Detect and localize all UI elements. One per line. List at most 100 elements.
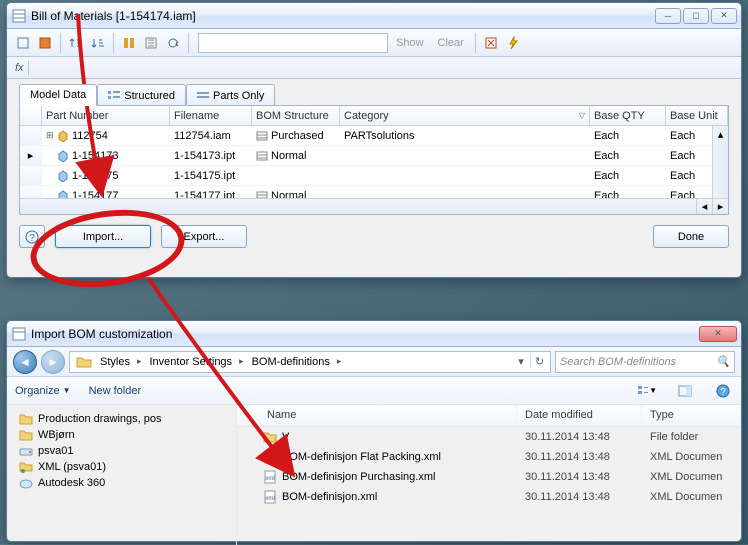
cell-base-qty[interactable]: Each [590, 166, 666, 185]
nav-pane: Production drawings, posWBjørnpsva01XML … [7, 405, 237, 545]
col-filename[interactable]: Filename [170, 106, 252, 125]
import-button[interactable]: Import... [55, 225, 151, 248]
cell-base-qty[interactable]: Each [590, 146, 666, 165]
nav-item[interactable]: WBjørn [15, 427, 228, 443]
file-dialog-icon [11, 326, 27, 342]
nav-item[interactable]: psva01 [15, 443, 228, 459]
close-button[interactable]: ✕ [711, 8, 737, 24]
table-row[interactable]: 1-1541751-154175.iptEachEach [20, 166, 728, 186]
nav-item[interactable]: Production drawings, pos [15, 411, 228, 427]
col-type[interactable]: Type [642, 405, 741, 426]
list-item[interactable]: xmlBOM-definisjon Flat Packing.xml30.11.… [237, 447, 741, 467]
table-row[interactable]: ⊞112754112754.iamPurchasedPARTsolutionsE… [20, 126, 728, 146]
part-icon [57, 170, 69, 182]
toolbar-btn-1[interactable] [13, 33, 33, 53]
col-indicator[interactable] [20, 106, 42, 125]
sort-desc-icon[interactable] [88, 33, 108, 53]
file-dialog-window: Import BOM customization ✕ ◄ ► Styles In… [6, 320, 742, 542]
scroll-left[interactable]: ◂ [696, 199, 712, 214]
part-icon [57, 150, 69, 162]
nav-forward[interactable]: ► [41, 350, 65, 374]
preview-pane-button[interactable] [675, 381, 695, 401]
search-icon: 🔍 [716, 355, 730, 368]
bom-app-icon [11, 8, 27, 24]
done-button[interactable]: Done [653, 225, 729, 248]
sort-asc-icon[interactable] [66, 33, 86, 53]
breadcrumb-dropdown[interactable]: ▾ [512, 355, 530, 368]
col-base-qty[interactable]: Base QTY [590, 106, 666, 125]
cell-bom-structure[interactable] [252, 166, 340, 185]
organize-bar: Organize ▼ New folder ▼ ? [7, 377, 741, 405]
help-icon[interactable]: ? [713, 381, 733, 401]
cell-part-number[interactable]: 1-154173 [42, 146, 170, 165]
minimize-button[interactable]: ─ [655, 8, 681, 24]
table-row[interactable]: ▸1-1541731-154173.iptNormalEachEach [20, 146, 728, 166]
lightning-icon[interactable] [503, 33, 523, 53]
cell-category[interactable] [340, 146, 590, 165]
crumb-1[interactable]: Inventor Settings [146, 356, 248, 368]
view-button[interactable]: ▼ [637, 381, 657, 401]
toolbar-btn-5[interactable] [119, 33, 139, 53]
parts-only-icon [197, 90, 209, 102]
maximize-button[interactable]: ◻ [683, 8, 709, 24]
help-button[interactable]: ? [19, 225, 45, 248]
refresh-icon[interactable]: ↻ [530, 355, 548, 368]
organize-button[interactable]: Organize ▼ [15, 385, 71, 397]
nav-back[interactable]: ◄ [13, 350, 37, 374]
tab-parts-only[interactable]: Parts Only [186, 84, 275, 106]
structured-icon [108, 90, 120, 102]
cell-category[interactable]: PARTsolutions [340, 126, 590, 145]
crumb-0[interactable]: Styles [96, 356, 146, 368]
cell-filename[interactable]: 1-154175.ipt [170, 166, 252, 185]
list-item[interactable]: xmlBOM-definisjon.xml30.11.2014 13:48XML… [237, 487, 741, 507]
new-folder-button[interactable]: New folder [89, 385, 142, 397]
col-bom-structure[interactable]: BOM Structure [252, 106, 340, 125]
address-bar: ◄ ► Styles Inventor Settings BOM-definit… [7, 347, 741, 377]
col-part-number[interactable]: Part Number [42, 106, 170, 125]
scroll-right[interactable]: ▸ [712, 199, 728, 214]
file-dialog-titlebar[interactable]: Import BOM customization ✕ [7, 321, 741, 347]
list-item[interactable]: V30.11.2014 13:48File folder [237, 427, 741, 447]
bom-titlebar[interactable]: Bill of Materials [1-154174.iam] ─ ◻ ✕ [7, 3, 741, 29]
cell-filename[interactable]: 112754.iam [170, 126, 252, 145]
svg-text:xml: xml [265, 456, 274, 462]
breadcrumb[interactable]: Styles Inventor Settings BOM-definitions… [69, 351, 551, 373]
scroll-up[interactable]: ▴ [713, 126, 728, 142]
export-button[interactable]: Export... [161, 225, 247, 248]
cell-bom-structure[interactable]: Normal [252, 146, 340, 165]
toolbar-btn-7[interactable] [163, 33, 183, 53]
cell-category[interactable] [340, 166, 590, 185]
netfolder-icon [19, 461, 33, 473]
bom-button-bar: ? Import... Export... Done [7, 215, 741, 258]
col-date[interactable]: Date modified [517, 405, 642, 426]
cell-part-number[interactable]: ⊞112754 [42, 126, 170, 145]
cell-base-qty[interactable]: Each [590, 126, 666, 145]
fx-label: fx [15, 62, 24, 74]
cell-bom-structure[interactable]: Purchased [252, 126, 340, 145]
toolbar-combo[interactable] [198, 33, 388, 53]
col-name[interactable]: Name [237, 405, 517, 426]
cell-filename[interactable]: 1-154173.ipt [170, 146, 252, 165]
col-base-unit[interactable]: Base Unit [666, 106, 728, 125]
toolbar-btn-8[interactable] [481, 33, 501, 53]
nav-item[interactable]: Autodesk 360 [15, 475, 228, 491]
search-input[interactable]: Search BOM-definitions 🔍 [555, 351, 735, 373]
clear-button[interactable]: Clear [432, 35, 470, 51]
col-category[interactable]: Category [340, 106, 590, 125]
nav-item[interactable]: XML (psva01) [15, 459, 228, 475]
list-item[interactable]: xmlBOM-definisjon Purchasing.xml30.11.20… [237, 467, 741, 487]
cell-part-number[interactable]: 1-154175 [42, 166, 170, 185]
svg-text:?: ? [29, 233, 35, 244]
bom-toolbar: Show Clear [7, 29, 741, 57]
tab-model-data[interactable]: Model Data [19, 84, 97, 106]
toolbar-btn-6[interactable] [141, 33, 161, 53]
folder-icon [263, 431, 277, 443]
file-dialog-close[interactable]: ✕ [699, 326, 737, 342]
crumb-2[interactable]: BOM-definitions [248, 356, 346, 368]
toolbar-btn-2[interactable] [35, 33, 55, 53]
bom-grid: Part Number Filename BOM Structure Categ… [19, 105, 729, 215]
bom-window: Bill of Materials [1-154174.iam] ─ ◻ ✕ S… [6, 2, 742, 278]
xml-icon: xml [263, 490, 277, 504]
tab-structured[interactable]: Structured [97, 84, 186, 106]
show-button[interactable]: Show [390, 35, 430, 51]
